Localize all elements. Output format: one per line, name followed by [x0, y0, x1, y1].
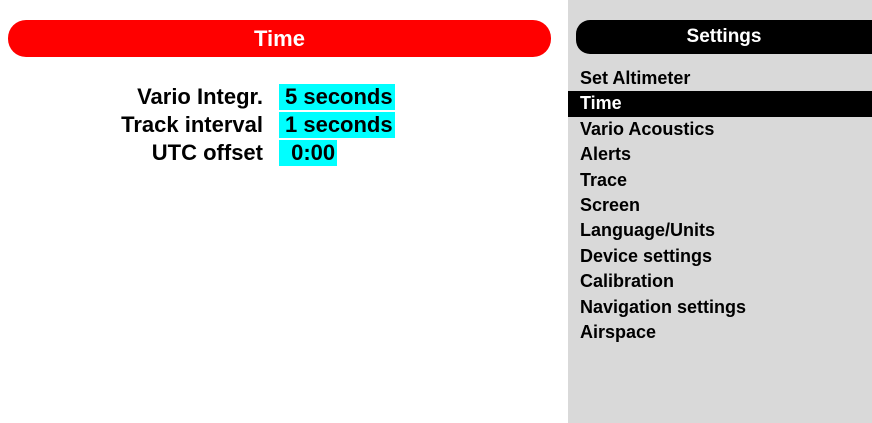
menu-item-alerts[interactable]: Alerts [568, 142, 872, 167]
setting-label: Track interval [121, 112, 263, 137]
menu-item-trace[interactable]: Trace [568, 168, 872, 193]
menu-item-vario-acoustics[interactable]: Vario Acoustics [568, 117, 872, 142]
setting-value-track-interval[interactable]: 1 seconds [279, 112, 395, 138]
settings-menu-panel: Settings Set Altimeter Time Vario Acoust… [568, 0, 872, 423]
setting-label: Vario Integr. [137, 84, 263, 109]
menu-item-time[interactable]: Time [568, 91, 872, 117]
menu-item-screen[interactable]: Screen [568, 193, 872, 218]
setting-label: UTC offset [151, 140, 263, 165]
menu-item-calibration[interactable]: Calibration [568, 269, 872, 294]
menu-item-language-units[interactable]: Language/Units [568, 218, 872, 243]
page-title: Time [8, 20, 551, 57]
setting-value-utc-offset[interactable]: 0:00 [279, 140, 338, 166]
menu-item-set-altimeter[interactable]: Set Altimeter [568, 66, 872, 91]
settings-menu: Set Altimeter Time Vario Acoustics Alert… [568, 66, 872, 345]
setting-value-vario-integr[interactable]: 5 seconds [279, 84, 395, 110]
menu-item-airspace[interactable]: Airspace [568, 320, 872, 345]
menu-item-navigation-settings[interactable]: Navigation settings [568, 295, 872, 320]
menu-title: Settings [576, 20, 872, 54]
menu-item-device-settings[interactable]: Device settings [568, 244, 872, 269]
time-settings-panel: Time Vario Integr. 5 seconds Track inter… [0, 0, 568, 423]
